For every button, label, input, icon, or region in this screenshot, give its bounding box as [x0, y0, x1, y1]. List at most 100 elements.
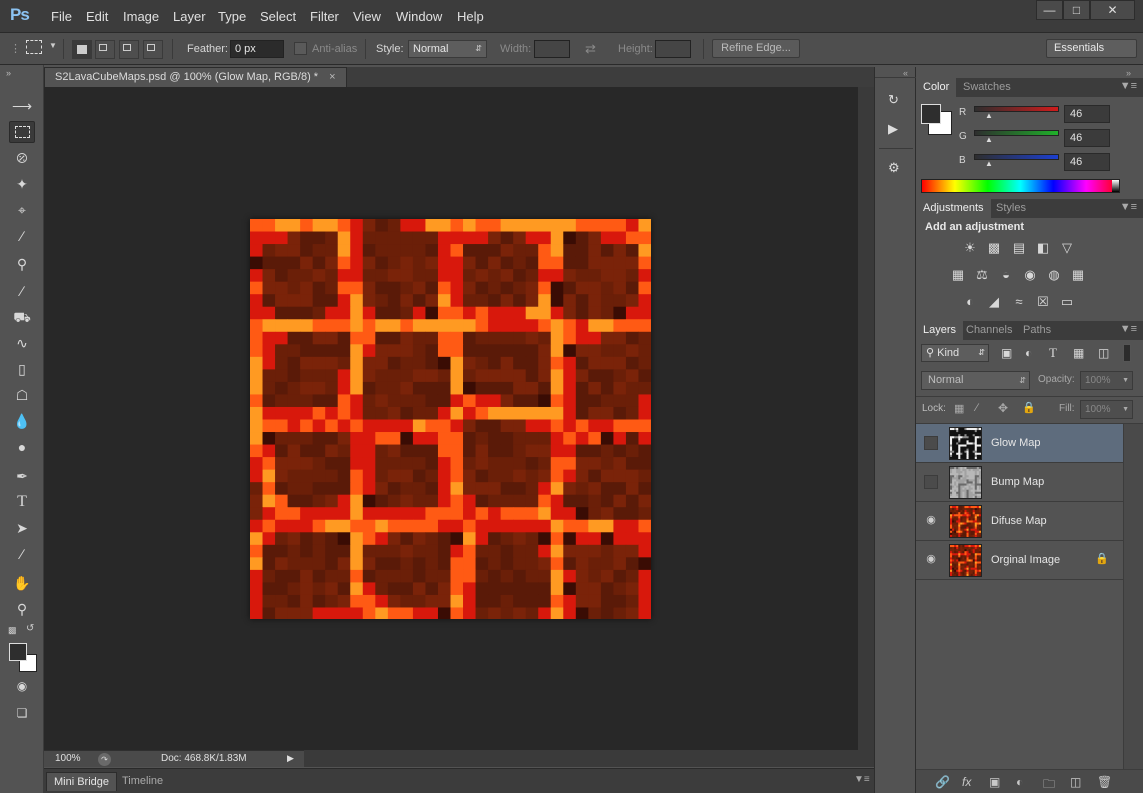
color-balance-icon[interactable]: ⚖ — [973, 267, 991, 283]
history-icon[interactable]: ↻ — [888, 92, 899, 108]
move-tool-icon[interactable]: ⟶ — [9, 95, 35, 117]
minimize-icon[interactable]: — — [1036, 0, 1063, 20]
tab-paths[interactable]: Paths — [1016, 321, 1058, 340]
line-tool-icon[interactable]: ∕ — [9, 543, 35, 565]
exposure-icon[interactable]: ◧ — [1034, 240, 1052, 256]
fill-input[interactable]: 100% ▼ — [1080, 400, 1133, 419]
levels-icon[interactable]: ▩ — [985, 240, 1003, 256]
rect-marquee-icon[interactable] — [26, 40, 42, 54]
brightness-contrast-icon[interactable]: ☀ — [961, 240, 979, 256]
layer-row[interactable]: ◉ Orginal Image 🔒 — [916, 541, 1123, 580]
lava-texture-image[interactable] — [250, 219, 651, 619]
channel-mixer-icon[interactable]: ◍ — [1045, 267, 1063, 283]
visibility-toggle[interactable] — [924, 475, 938, 489]
opacity-input[interactable]: 100% ▼ — [1080, 371, 1133, 390]
layer-row[interactable]: Glow Map — [916, 424, 1123, 463]
new-layer-icon[interactable]: ◫ — [1070, 775, 1081, 789]
g-slider-thumb-icon[interactable]: ▲ — [985, 135, 993, 144]
magic-wand-tool-icon[interactable]: ✦ — [9, 173, 35, 195]
lock-position-icon[interactable]: ✥ — [998, 401, 1008, 415]
menu-type[interactable]: Type — [218, 9, 246, 24]
menu-file[interactable]: File — [51, 9, 72, 24]
layer-name[interactable]: Glow Map — [991, 437, 1041, 449]
tab-timeline[interactable]: Timeline — [115, 772, 170, 791]
menu-edit[interactable]: Edit — [86, 9, 108, 24]
properties-icon[interactable]: ⚙ — [888, 160, 900, 176]
filter-adjustment-icon[interactable]: ◐ — [1025, 346, 1032, 360]
menu-help[interactable]: Help — [457, 9, 484, 24]
close-tab-icon[interactable]: × — [329, 71, 335, 83]
menu-window[interactable]: Window — [396, 9, 442, 24]
quick-mask-icon[interactable]: ◉ — [9, 675, 35, 697]
menu-layer[interactable]: Layer — [173, 9, 206, 24]
actions-play-icon[interactable]: ▶ — [888, 121, 898, 137]
paint-bucket-tool-icon[interactable]: ☖ — [9, 384, 35, 406]
feather-input[interactable]: 0 px — [230, 40, 284, 58]
pen-tool-icon[interactable]: ✒ — [9, 465, 35, 487]
filter-shape-icon[interactable]: ▦ — [1073, 346, 1084, 360]
eye-icon[interactable]: ◉ — [924, 553, 938, 567]
eyedropper-tool-icon[interactable]: ∕ — [9, 225, 35, 247]
chevron-down-icon[interactable]: ▼ — [49, 41, 57, 50]
subtract-selection-icon[interactable] — [119, 40, 139, 59]
close-icon[interactable]: ✕ — [1090, 0, 1135, 20]
foreground-color-swatch[interactable] — [9, 643, 27, 661]
r-slider-thumb-icon[interactable]: ▲ — [985, 111, 993, 120]
black-white-icon[interactable]: ◒ — [997, 267, 1015, 283]
tab-channels[interactable]: Channels — [959, 321, 1019, 340]
filter-type-icon[interactable]: T — [1049, 345, 1057, 361]
panel-menu-icon[interactable]: ▼≡ — [1120, 201, 1137, 213]
panel-menu-icon[interactable]: ▼≡ — [1120, 323, 1137, 335]
zoom-tool-icon[interactable]: ⚲ — [9, 598, 35, 620]
hue-saturation-icon[interactable]: ▦ — [949, 267, 967, 283]
swap-dimensions-icon[interactable]: ⇄ — [585, 41, 596, 57]
new-group-icon[interactable]: 🗀 — [1043, 775, 1055, 793]
workspace-switcher[interactable]: Essentials — [1046, 39, 1137, 58]
document-tab[interactable]: S2LavaCubeMaps.psd @ 100% (Glow Map, RGB… — [44, 67, 347, 87]
panel-menu-icon[interactable]: ▼≡ — [1120, 80, 1137, 92]
default-colors-icon[interactable]: ▩ — [8, 625, 17, 636]
g-input[interactable]: 46 — [1064, 129, 1110, 147]
eye-icon[interactable]: ◉ — [924, 514, 938, 528]
b-input[interactable]: 46 — [1064, 153, 1110, 171]
layer-name[interactable]: Difuse Map — [991, 515, 1047, 527]
tab-color[interactable]: Color — [916, 78, 957, 97]
add-selection-icon[interactable] — [95, 40, 115, 59]
fx-icon[interactable]: fx — [962, 775, 971, 789]
layer-name[interactable]: Bump Map — [991, 476, 1044, 488]
vibrance-icon[interactable]: ▽ — [1058, 240, 1076, 256]
lock-image-icon[interactable]: ∕ — [976, 402, 978, 414]
invert-icon[interactable]: ◐ — [961, 294, 979, 310]
type-tool-icon[interactable]: T — [9, 491, 35, 513]
tab-layers[interactable]: Layers — [916, 321, 964, 340]
filter-kind-select[interactable]: ⚲ Kind ⇵ — [921, 344, 989, 362]
filter-smart-object-icon[interactable]: ◫ — [1098, 346, 1109, 360]
refine-edge-button[interactable]: Refine Edge... — [712, 39, 800, 58]
posterize-icon[interactable]: ◢ — [985, 294, 1003, 310]
visibility-toggle[interactable] — [924, 436, 938, 450]
layer-row[interactable]: ◉ Difuse Map — [916, 502, 1123, 541]
layers-scrollbar[interactable] — [1123, 424, 1143, 769]
collapse-arrows-icon[interactable]: » — [6, 68, 11, 78]
threshold-icon[interactable]: ≈ — [1010, 294, 1028, 310]
collapse-arrows-icon[interactable]: » — [1126, 68, 1131, 78]
tab-swatches[interactable]: Swatches — [956, 78, 1018, 97]
filter-toggle[interactable] — [1123, 344, 1131, 362]
r-input[interactable]: 46 — [1064, 105, 1110, 123]
panel-menu-icon[interactable]: ▼≡ — [854, 774, 870, 785]
delete-layer-icon[interactable]: 🗑 — [1097, 775, 1112, 789]
antialias-checkbox[interactable] — [294, 42, 307, 55]
clone-stamp-tool-icon[interactable]: ⛟ — [9, 306, 35, 328]
lock-all-icon[interactable]: 🔒 — [1022, 401, 1036, 414]
color-spectrum-ramp[interactable] — [921, 179, 1120, 193]
menu-view[interactable]: View — [353, 9, 381, 24]
canvas-area[interactable] — [44, 87, 858, 750]
path-selection-tool-icon[interactable]: ➤ — [9, 517, 35, 539]
menu-image[interactable]: Image — [123, 9, 159, 24]
crop-tool-icon[interactable]: ⌖ — [9, 199, 35, 221]
b-slider-thumb-icon[interactable]: ▲ — [985, 159, 993, 168]
intersect-selection-icon[interactable] — [143, 40, 163, 59]
link-layers-icon[interactable]: 🔗 — [935, 775, 950, 789]
new-adjustment-icon[interactable]: ◐ — [1016, 775, 1023, 789]
blend-mode-select[interactable]: Normal ⇵ — [921, 371, 1030, 390]
